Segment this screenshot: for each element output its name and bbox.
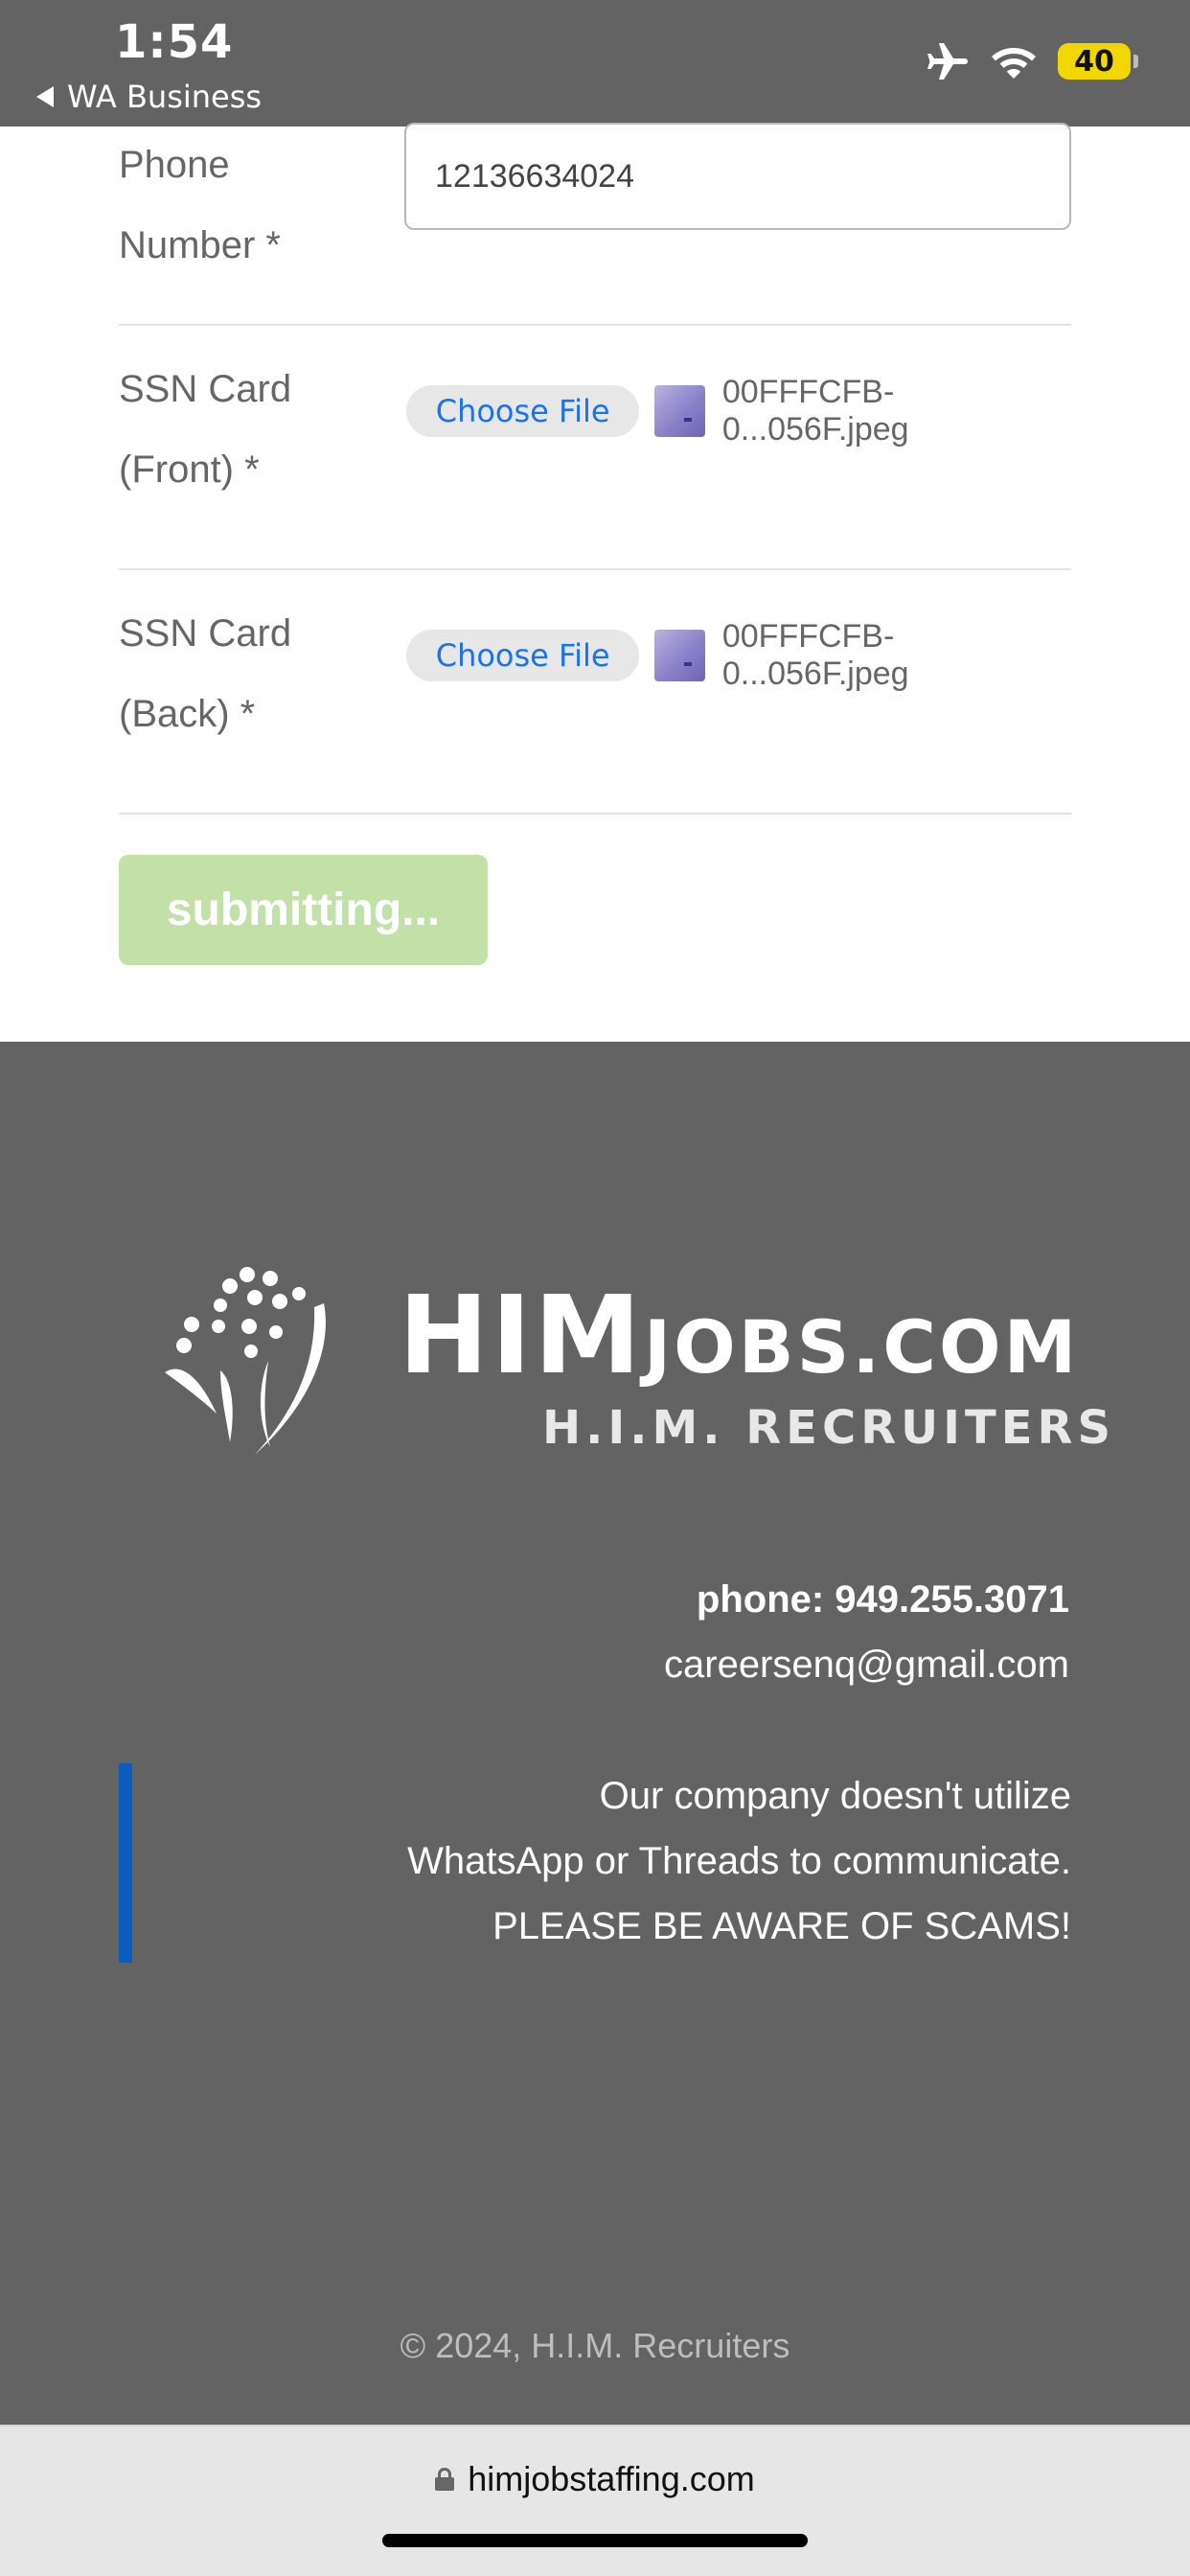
contact-info: phone: 949.255.3071 careersenq@gmail.com [664,1567,1069,1697]
notice-accent-bar [119,1763,132,1963]
copyright: © 2024, H.I.M. Recruiters [400,2326,790,2365]
submit-button[interactable]: submitting... [119,855,488,965]
home-indicator[interactable] [382,2534,808,2547]
file-name-back: 00FFFCFB-0...056F.jpeg [721,618,909,692]
file-name-front: 00FFFCFB-0...056F.jpeg [721,374,909,448]
back-app-label: WA Business [67,79,263,115]
browser-url-bar[interactable]: himjobstaffing.com [0,2425,1190,2576]
label-line: (Back) * [119,693,256,735]
contact-email-link[interactable]: careersenq@gmail.com [664,1632,1069,1697]
label-line: SSN Card [119,368,292,410]
back-arrow-icon [36,86,54,107]
file-thumbnail-back [654,630,705,681]
people-logo-icon [165,1267,326,1455]
choose-file-button-front[interactable]: Choose File [406,385,640,437]
himjobs-logo[interactable]: HIMJOBS.COM H.I.M. RECRUITERS [163,1265,1110,1457]
scam-notice: Our company doesn't utilize WhatsApp or … [119,1763,1071,1963]
wifi-icon [992,48,1036,79]
label-line: (Front) * [119,448,260,491]
notice-text: Our company doesn't utilize WhatsApp or … [209,1763,1071,1959]
notice-line: WhatsApp or Threads to communicate. [407,1840,1071,1882]
back-to-app-button[interactable]: WA Business [36,79,262,115]
notice-line: Our company doesn't utilize [599,1775,1071,1817]
url-text: himjobstaffing.com [468,2459,755,2498]
file-thumbnail-front [654,385,705,437]
label-line: Number * [119,224,281,266]
contact-phone-link[interactable]: phone: 949.255.3071 [664,1567,1069,1632]
url-display[interactable]: himjobstaffing.com [0,2459,1190,2499]
label-line: Phone [119,144,230,186]
lock-icon [435,2468,455,2491]
ssn-card-back-label: SSN Card (Back) * [119,593,368,754]
ssn-card-front-label: SSN Card (Front) * [119,349,368,510]
battery-cap [1133,55,1138,68]
status-time: 1:54 [115,15,234,69]
choose-file-button-back[interactable]: Choose File [406,630,640,681]
logo-title-big: HIM [399,1274,644,1398]
battery-level: 40 [1074,44,1114,79]
phone-number-row: Phone Number * 12136634024 [119,123,1071,326]
airplane-icon [927,43,968,80]
ssn-card-front-row: SSN Card (Front) * Choose File 00FFFCFB-… [119,326,1071,570]
status-bar: 1:54 WA Business 40 [0,0,1190,126]
site-footer: HIMJOBS.COM H.I.M. RECRUITERS phone: 949… [0,1042,1190,2425]
ssn-card-back-row: SSN Card (Back) * Choose File 00FFFCFB-0… [119,570,1071,815]
logo-subtitle: H.I.M. RECRUITERS [542,1401,1116,1455]
phone-number-label: Phone Number * [119,125,368,286]
status-icons: 40 [926,42,1138,80]
notice-line: PLEASE BE AWARE OF SCAMS! [492,1905,1071,1947]
ssn-back-file-picker: Choose File 00FFFCFB-0...056F.jpeg [406,618,1071,693]
ssn-front-file-picker: Choose File 00FFFCFB-0...056F.jpeg [406,374,1071,448]
battery-icon: 40 [1058,43,1138,80]
phone-number-input[interactable]: 12136634024 [404,123,1071,230]
application-form: Phone Number * 12136634024 SSN Card (Fro… [0,123,1190,1042]
label-line: SSN Card [119,612,292,655]
logo-title: HIMJOBS.COM [399,1282,1079,1390]
logo-title-small: JOBS.COM [643,1304,1080,1390]
